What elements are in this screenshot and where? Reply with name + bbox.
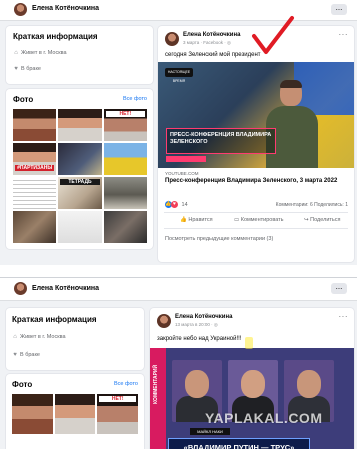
screenshot-top: Елена Котёночкина ... Краткая информация… (0, 0, 357, 265)
site-watermark: YAPLAKAL.COM (205, 410, 323, 426)
intro-card: Краткая информация ⌂ Живет в г. Москва ♥ В… (6, 308, 144, 370)
post-card-top: Елена Котёночкина 3 марта · Facebook · ◎… (158, 26, 354, 262)
view-previous-comments-link[interactable]: Посмотреть предыдущие комментарии (3) (165, 236, 273, 242)
photo-tag: #ПАРТИЗАНЫ (15, 165, 55, 171)
link-title[interactable]: Пресс-конференция Владимира Зеленского, … (165, 178, 347, 185)
share-button[interactable]: ↪ Поделиться (304, 217, 341, 223)
overlay-accent-bar (166, 156, 206, 162)
photo-tag: НЕТ! (105, 111, 145, 117)
photo-thumb[interactable] (12, 394, 53, 434)
share-label: Поделиться (310, 217, 341, 223)
heart-icon: ♥ (14, 66, 18, 72)
photo-thumb[interactable] (13, 177, 57, 209)
like-label: Нравится (188, 217, 213, 223)
photo-tag: НЕТ! (99, 396, 136, 402)
screenshot-gap (0, 265, 357, 277)
relationship-text: В браке (20, 352, 40, 358)
home-icon: ⌂ (13, 334, 17, 340)
post-options-button[interactable]: ··· (339, 30, 349, 39)
photos-title: Фото (12, 380, 33, 389)
intro-card: Краткая информация ⌂ Живет в г. Москва ♥ В… (6, 26, 153, 84)
photo-thumb[interactable] (103, 177, 147, 209)
profile-name[interactable]: Елена Котёночкина (32, 285, 99, 292)
reaction-count: 14 (181, 201, 188, 208)
lives-in-text: Живет в г. Москва (20, 334, 66, 340)
relationship-row: ♥ В браке (13, 66, 41, 72)
intro-title: Краткая информация (12, 315, 97, 324)
lives-in-text: Живет в г. Москва (21, 50, 67, 56)
lives-in-row: ⌂ Живет в г. Москва (12, 334, 66, 340)
red-checkmark-annotation (252, 16, 294, 54)
speaker-figure (266, 80, 318, 168)
post-author-name[interactable]: Елена Котёночкина (183, 32, 240, 38)
photos-title: Фото (13, 95, 34, 104)
video-overlay-title: ПРЕСС-КОНФЕРЕНЦИЯ ВЛАДИМИРА ЗЕЛЕНСКОГО (166, 128, 276, 154)
reactions-summary[interactable]: 👍♥ 14 (165, 201, 188, 208)
heart-icon: ♥ (13, 352, 17, 358)
action-divider-bottom (164, 228, 348, 229)
lives-in-row: ⌂ Живет в г. Москва (13, 50, 67, 56)
post-text: сегодня Зеленский мой президент (165, 52, 261, 58)
photo-thumb[interactable] (58, 211, 102, 243)
photo-thumb[interactable]: НЕТ! (97, 394, 138, 434)
photo-thumb[interactable] (58, 109, 102, 141)
photo-grid: НЕТ! (12, 394, 138, 434)
profile-avatar[interactable] (14, 3, 27, 16)
post-author-name[interactable]: Елена Котёночкина (175, 314, 232, 320)
photo-thumb[interactable] (58, 143, 102, 175)
post-meta[interactable]: 13 марта в 20:00 · ◎ (175, 322, 218, 328)
post-text: закройте небо над Украиной!!! (157, 336, 242, 342)
comment-button[interactable]: ▭ Комментировать (234, 217, 284, 223)
intro-title: Краткая информация (13, 32, 98, 41)
profile-avatar[interactable] (14, 282, 27, 295)
photos-card: Фото Все фото НЕТ! (6, 374, 144, 449)
comment-icon: ▭ (234, 217, 241, 223)
photo-thumb[interactable]: НЕТ! (103, 109, 147, 141)
video-quote-banner: «ВЛАДИМИР ПУТИН — ТРУС» (168, 438, 310, 449)
love-reaction-icon: ♥ (171, 201, 178, 208)
photo-tag: ТЕТРАДЬ (60, 179, 100, 185)
action-divider-top (164, 212, 348, 213)
photo-thumb[interactable]: ТЕТРАДЬ (58, 177, 102, 209)
more-options-button[interactable]: ... (331, 283, 347, 294)
post-author-avatar[interactable] (165, 32, 179, 46)
all-photos-link[interactable]: Все фото (123, 96, 147, 102)
post-options-button[interactable]: ··· (339, 312, 349, 321)
photo-thumb[interactable] (13, 109, 57, 141)
home-icon: ⌂ (14, 50, 18, 56)
photo-thumb[interactable] (13, 211, 57, 243)
like-button[interactable]: 👍 Нравится (180, 217, 213, 223)
cursor-highlight (245, 337, 253, 349)
comment-side-label: КОММЕНТАРИЙ (150, 348, 166, 449)
link-domain: YOUTUBE.COM (165, 171, 199, 176)
post-meta[interactable]: 3 марта · Facebook · ◎ (183, 40, 231, 46)
photo-thumb[interactable] (103, 211, 147, 243)
comments-shares-count[interactable]: Комментарии: 6 Поделились: 1 (276, 202, 348, 208)
photo-thumb[interactable] (54, 394, 96, 434)
photos-card: Фото Все фото НЕТ! #ПАРТИЗАНЫ ТЕТРАДЬ (6, 89, 153, 249)
relationship-text: В браке (21, 66, 41, 72)
channel-logo: НАСТОЯЩЕЕ ВРЕМЯ (165, 68, 193, 83)
profile-name[interactable]: Елена Котёночкина (32, 5, 99, 12)
video-preview[interactable]: КОММЕНТАРИЙ МАЙКЛ НАКИ «ВЛАДИМИР ПУТИН —… (150, 348, 354, 449)
photo-thumb[interactable]: #ПАРТИЗАНЫ (13, 143, 57, 175)
video-preview[interactable]: НАСТОЯЩЕЕ ВРЕМЯ ПРЕСС-КОНФЕРЕНЦИЯ ВЛАДИМ… (158, 62, 354, 168)
all-photos-link[interactable]: Все фото (114, 381, 138, 387)
profile-header: Елена Котёночкина ... (0, 278, 357, 301)
profile-header: Елена Котёночкина ... (0, 0, 357, 21)
post-author-avatar[interactable] (157, 314, 171, 328)
comment-side-text: КОММЕНТАРИЙ (153, 364, 159, 404)
photo-grid: НЕТ! #ПАРТИЗАНЫ ТЕТРАДЬ (13, 109, 147, 243)
comment-label: Комментировать (240, 217, 284, 223)
relationship-row: ♥ В браке (12, 352, 40, 358)
more-options-button[interactable]: ... (331, 4, 347, 15)
photo-thumb[interactable] (103, 143, 147, 175)
